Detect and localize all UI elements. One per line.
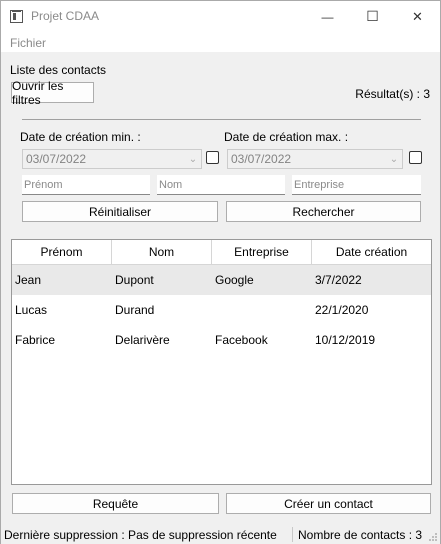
- table-header: Prénom Nom Entreprise Date création: [12, 240, 431, 265]
- window-title: Projet CDAA: [31, 9, 100, 23]
- cell-created: 3/7/2022: [315, 273, 362, 287]
- menu-bar: Fichier: [1, 32, 440, 52]
- cell-firstname: Fabrice: [15, 333, 56, 347]
- chevron-down-icon[interactable]: ⌄: [386, 154, 402, 165]
- cell-created: 22/1/2020: [315, 303, 369, 317]
- create-contact-label: Créer un contact: [284, 496, 373, 511]
- query-label: Requête: [92, 496, 139, 511]
- maximize-icon: ☐: [366, 8, 379, 24]
- date-max-value: 03/07/2022: [231, 152, 292, 166]
- column-header-firstname[interactable]: Prénom: [12, 240, 112, 265]
- date-max-label: Date de création max. :: [224, 130, 349, 144]
- minimize-button[interactable]: —: [305, 1, 350, 32]
- filters-separator: [22, 119, 421, 120]
- main-window: Projet CDAA — ☐ ✕ Fichier Liste des cont…: [0, 0, 441, 544]
- date-max-field[interactable]: 03/07/2022 ⌄: [227, 149, 403, 169]
- cell-company: Facebook: [215, 333, 268, 347]
- date-min-checkbox[interactable]: [206, 151, 219, 164]
- column-header-company[interactable]: Entreprise: [212, 240, 312, 265]
- reset-button[interactable]: Réinitialiser: [22, 201, 218, 222]
- contacts-heading: Liste des contacts: [10, 63, 107, 77]
- search-label: Rechercher: [292, 204, 355, 219]
- date-min-value: 03/07/2022: [26, 152, 87, 166]
- contacts-table[interactable]: Prénom Nom Entreprise Date création Jean…: [11, 239, 432, 485]
- cell-lastname: Delarivère: [115, 333, 170, 347]
- query-button[interactable]: Requête: [12, 493, 219, 514]
- minimize-icon: —: [321, 9, 334, 24]
- app-icon: [10, 10, 23, 23]
- results-count: Résultat(s) : 3: [355, 87, 430, 101]
- cell-company: Google: [215, 273, 254, 287]
- lastname-input[interactable]: [157, 175, 285, 195]
- contact-count-status: Nombre de contacts : 3: [298, 528, 423, 542]
- column-header-lastname[interactable]: Nom: [112, 240, 212, 265]
- close-button[interactable]: ✕: [395, 1, 440, 32]
- company-input[interactable]: [292, 175, 421, 195]
- status-divider: [292, 527, 293, 542]
- firstname-input[interactable]: [22, 175, 150, 195]
- title-bar[interactable]: Projet CDAA — ☐ ✕: [1, 1, 440, 32]
- search-button[interactable]: Rechercher: [226, 201, 421, 222]
- status-bar: Dernière suppression : Pas de suppressio…: [1, 524, 440, 544]
- menu-fichier[interactable]: Fichier: [10, 36, 46, 50]
- maximize-button[interactable]: ☐: [350, 1, 395, 32]
- date-max-checkbox[interactable]: [409, 151, 422, 164]
- chevron-down-icon[interactable]: ⌄: [185, 154, 201, 165]
- close-icon: ✕: [412, 8, 423, 24]
- reset-label: Réinitialiser: [88, 204, 152, 219]
- cell-created: 10/12/2019: [315, 333, 376, 347]
- resize-grip-icon[interactable]: [428, 532, 438, 542]
- cell-firstname: Jean: [15, 273, 42, 287]
- open-filters-button[interactable]: Ouvrir les filtres: [11, 79, 94, 107]
- table-row[interactable]: Jean Dupont Google 3/7/2022: [12, 265, 431, 295]
- open-filters-label: Ouvrir les filtres: [12, 78, 64, 107]
- date-min-label: Date de création min. :: [20, 130, 141, 144]
- cell-lastname: Durand: [115, 303, 155, 317]
- table-row[interactable]: Lucas Durand 22/1/2020: [12, 295, 431, 325]
- last-deletion-status: Dernière suppression : Pas de suppressio…: [4, 528, 277, 542]
- create-contact-button[interactable]: Créer un contact: [226, 493, 431, 514]
- cell-firstname: Lucas: [15, 303, 48, 317]
- date-min-field[interactable]: 03/07/2022 ⌄: [22, 149, 202, 169]
- column-header-created[interactable]: Date création: [312, 240, 431, 265]
- table-row[interactable]: Fabrice Delarivère Facebook 10/12/2019: [12, 325, 431, 355]
- cell-lastname: Dupont: [115, 273, 154, 287]
